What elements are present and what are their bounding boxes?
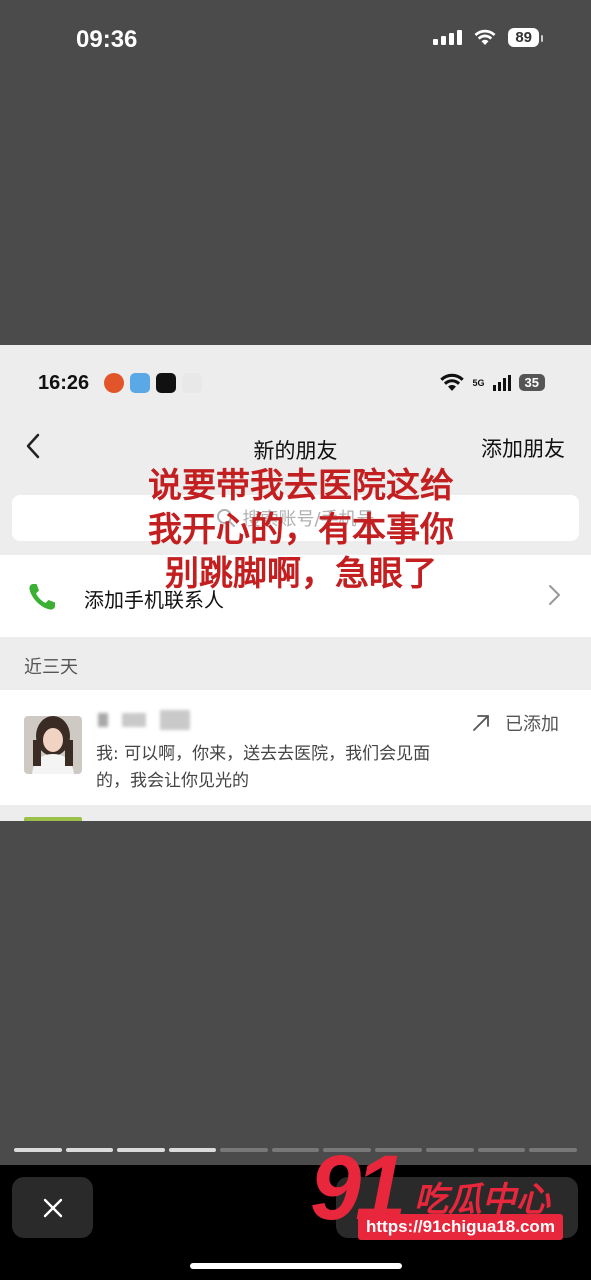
app-icon-orange xyxy=(104,373,124,393)
network-type: 5G xyxy=(472,377,485,388)
search-input[interactable]: 搜索账号/手机号 xyxy=(12,495,579,541)
inner-status-time: 16:26 xyxy=(38,372,90,394)
signal-icon xyxy=(433,30,463,45)
battery-icon: 89 xyxy=(508,28,543,47)
add-phone-contacts-row[interactable]: 添加手机联系人 xyxy=(0,555,591,637)
chevron-right-icon xyxy=(549,585,560,605)
friend-request-message: 我: 可以啊，你来，送去去医院，我们会见面的，我会让你见光的 xyxy=(96,744,431,791)
story-progress xyxy=(14,1148,578,1152)
avatar xyxy=(24,716,82,774)
nav-bar: 新的朋友 添加朋友 xyxy=(0,421,591,471)
next-avatar-peek xyxy=(24,817,82,821)
notification-app-icons xyxy=(104,373,202,393)
story-progress-segment xyxy=(117,1148,165,1152)
story-progress-segment xyxy=(374,1148,423,1152)
section-header: 近三天 xyxy=(24,657,78,678)
friend-name-redacted xyxy=(98,710,190,730)
story-progress-segment xyxy=(529,1148,578,1152)
embedded-screenshot: 16:26 5G 35 新的朋友 添加朋友 搜索账号/手机号 添加手机联系人 近… xyxy=(0,345,591,821)
inner-status-icons: 5G 35 xyxy=(439,373,545,392)
search-icon xyxy=(217,509,236,527)
close-button[interactable] xyxy=(12,1177,93,1238)
signal-icon xyxy=(492,374,511,391)
weather-icon xyxy=(130,373,150,393)
close-icon xyxy=(43,1198,62,1217)
friend-status: 已添加 xyxy=(471,710,559,736)
story-progress-segment xyxy=(220,1148,268,1152)
story-progress-segment xyxy=(14,1148,62,1152)
story-progress-segment xyxy=(168,1148,217,1152)
action-button[interactable] xyxy=(336,1177,578,1238)
search-placeholder: 搜索账号/手机号 xyxy=(242,509,375,530)
story-progress-segment xyxy=(426,1148,474,1152)
inner-status-bar: 16:26 5G 35 xyxy=(0,345,591,421)
bottom-bar xyxy=(0,1165,591,1280)
arrow-up-right-icon xyxy=(473,715,489,731)
story-progress-segment xyxy=(65,1148,114,1152)
add-friend-button[interactable]: 添加朋友 xyxy=(481,433,565,463)
wifi-icon xyxy=(474,29,496,45)
outer-status-bar: 09:36 89 xyxy=(0,0,591,80)
home-indicator xyxy=(190,1263,402,1269)
friend-request-row[interactable]: 我: 可以啊，你来，送去去医院，我们会见面的，我会让你见光的 已添加 xyxy=(0,690,591,805)
battery-icon: 35 xyxy=(518,374,545,391)
wifi-icon xyxy=(439,373,464,391)
oppo-icon xyxy=(182,373,202,393)
phone-icon xyxy=(29,584,55,610)
story-progress-segment xyxy=(477,1148,526,1152)
outer-status-time: 09:36 xyxy=(76,26,138,53)
story-progress-segment xyxy=(271,1148,320,1152)
tiktok-icon xyxy=(156,373,176,393)
added-status-label: 已添加 xyxy=(505,714,559,735)
story-progress-segment xyxy=(323,1148,371,1152)
add-phone-contacts-label: 添加手机联系人 xyxy=(84,588,224,612)
outer-status-icons: 89 xyxy=(433,28,543,47)
